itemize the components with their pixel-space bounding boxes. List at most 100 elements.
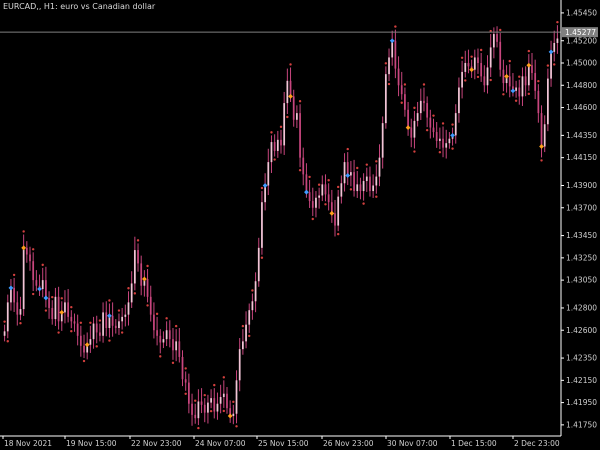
high-marker: [241, 324, 245, 328]
buy-signal-marker: [37, 286, 42, 292]
candle-body: [168, 330, 171, 340]
buy-signal-marker: [304, 189, 309, 195]
candle-body: [95, 323, 98, 333]
candle-body: [473, 57, 476, 70]
sell-signal-marker: [539, 144, 544, 149]
high-marker: [12, 273, 16, 277]
low-marker: [70, 330, 73, 333]
candle-body: [292, 96, 295, 120]
candle-body: [124, 314, 127, 317]
low-marker: [82, 359, 86, 363]
candle-body: [226, 393, 228, 409]
high-marker: [298, 100, 302, 103]
candle-body: [327, 194, 330, 203]
candle-body: [238, 349, 241, 381]
candle-body: [502, 69, 505, 84]
low-marker: [286, 115, 289, 119]
price-tick-label: 1.43450: [566, 231, 597, 240]
sell-signal-marker: [227, 413, 233, 419]
candle-body: [426, 103, 429, 118]
candle-body: [375, 176, 378, 186]
candle-body: [365, 176, 368, 182]
candle-body: [531, 65, 533, 74]
candle-body: [248, 310, 251, 325]
chart-window[interactable]: 1.45450 1.45200 1.45000 1.44800 1.44600 1.443…: [0, 0, 600, 450]
candle-body: [254, 281, 257, 302]
candle-body: [222, 393, 225, 398]
low-marker: [6, 340, 9, 343]
low-marker: [349, 188, 353, 191]
candle-body: [302, 157, 305, 175]
candle-body: [521, 76, 524, 97]
low-marker: [336, 232, 340, 236]
price-tick-label: 1.42150: [566, 376, 597, 385]
candle-body: [187, 382, 190, 404]
candle-body: [29, 254, 31, 262]
low-marker: [19, 322, 22, 325]
low-marker: [171, 361, 175, 365]
low-marker: [159, 355, 162, 358]
candle-body: [13, 287, 15, 303]
low-marker: [502, 93, 505, 96]
low-marker: [57, 331, 60, 334]
candle-body: [445, 143, 448, 148]
candle-body: [251, 301, 254, 311]
low-marker: [184, 392, 187, 395]
candle-body: [381, 123, 384, 158]
candle-body: [315, 197, 317, 208]
candle-body: [3, 331, 6, 336]
candle-body: [130, 283, 133, 303]
candle-body: [556, 38, 559, 43]
candle-body: [308, 192, 311, 202]
high-marker: [384, 62, 388, 65]
high-marker: [165, 317, 168, 320]
candle-body: [257, 247, 260, 282]
price-tick-label: 1.43900: [566, 181, 597, 190]
candle-body: [477, 57, 479, 64]
candle-body: [540, 113, 543, 147]
candle-body: [527, 65, 530, 86]
price-chart[interactable]: 1.45450 1.45200 1.45000 1.44800 1.44600 1.443…: [0, 0, 600, 450]
sell-signal-marker: [84, 342, 90, 348]
buy-signal-marker: [548, 49, 554, 55]
candle-body: [515, 87, 517, 91]
sell-signal-marker: [526, 62, 532, 68]
high-marker: [356, 166, 359, 170]
high-marker: [117, 309, 121, 312]
candle-body: [550, 51, 552, 79]
candle-body: [41, 280, 44, 290]
candle-body: [334, 213, 336, 226]
candle-body: [184, 379, 187, 383]
low-marker: [476, 75, 480, 79]
sell-signal-marker: [21, 245, 27, 251]
candle-body: [156, 330, 158, 336]
candle-body: [458, 87, 460, 114]
candle-body: [524, 76, 527, 86]
candle-body: [283, 103, 286, 146]
high-marker: [136, 239, 140, 242]
candle-body: [51, 307, 54, 320]
candle-body: [419, 100, 422, 114]
price-tick-label: 1.44350: [566, 131, 597, 140]
axes: 1.45450 1.45200 1.45000 1.44800 1.44600 1.443…: [0, 0, 598, 448]
candle-body: [400, 85, 403, 95]
high-marker: [194, 399, 197, 402]
high-marker: [365, 163, 368, 166]
price-tick-label: 1.42350: [566, 354, 597, 363]
high-marker: [222, 376, 226, 379]
price-tick-label: 1.43050: [566, 276, 597, 285]
candle-body: [423, 100, 425, 104]
candle-body: [537, 90, 540, 114]
high-marker: [41, 263, 44, 267]
high-marker: [31, 248, 35, 251]
high-marker: [546, 64, 550, 67]
high-marker: [518, 75, 521, 78]
candle-body: [19, 309, 22, 315]
buy-signal-marker: [450, 132, 455, 138]
plot-area[interactable]: [0, 20, 561, 430]
candle-body: [410, 127, 413, 138]
high-marker: [537, 79, 540, 83]
candle-body: [508, 76, 511, 87]
price-tick-label: 1.45450: [566, 9, 597, 18]
price-tick-label: 1.42800: [566, 304, 597, 313]
